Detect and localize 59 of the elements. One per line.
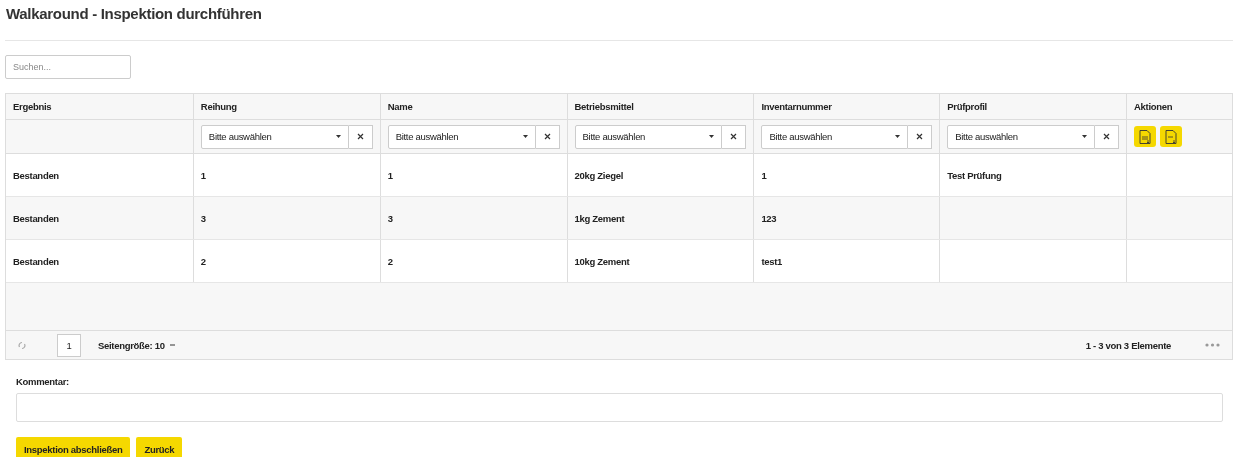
table-cell: Bestanden <box>13 169 59 181</box>
column-header[interactable]: Name <box>387 101 413 112</box>
table-cell: 3 <box>387 212 393 224</box>
table-cell: Test Prüfung <box>947 169 1002 181</box>
table-cell: 1 <box>761 169 767 181</box>
pager-summary: 1 - 3 von 3 Elemente <box>1085 339 1171 351</box>
clear-button[interactable] <box>1095 124 1120 149</box>
table-cell: 3 <box>200 212 206 224</box>
caret-icon <box>895 135 901 138</box>
caret-icon <box>522 135 528 138</box>
document-icon <box>1139 129 1152 144</box>
search-field[interactable]: Suchen... <box>5 55 131 79</box>
table-cell: 2 <box>387 255 393 267</box>
clear-button[interactable] <box>908 124 933 149</box>
table-cell: 1 <box>200 169 206 181</box>
table-cell: 123 <box>761 212 777 224</box>
filter-dropdown[interactable]: Bitte auswählen <box>947 124 1096 149</box>
table-cell: 20kg Ziegel <box>574 169 623 181</box>
table-cell: Bestanden <box>13 212 59 224</box>
table-cell: test1 <box>761 255 783 267</box>
filter-dropdown[interactable]: Bitte auswählen <box>387 124 536 149</box>
document-icon <box>1165 129 1178 144</box>
clear-button[interactable] <box>722 124 747 149</box>
caret-icon <box>335 135 341 138</box>
comment-field[interactable] <box>16 393 1223 422</box>
clear-button[interactable] <box>535 124 560 149</box>
action-button[interactable]: Zurück <box>136 437 183 457</box>
filter-dropdown[interactable]: Bitte auswählen <box>200 124 349 149</box>
column-header[interactable]: Inventarnummer <box>761 101 832 112</box>
caret-icon <box>169 343 175 347</box>
column-header[interactable]: Prüfprofil <box>947 101 987 112</box>
caret-icon <box>709 135 715 138</box>
clear-button[interactable] <box>348 124 373 149</box>
close-icon <box>356 133 364 140</box>
column-header[interactable]: Ergebnis <box>13 101 52 112</box>
export-button[interactable] <box>1134 126 1157 147</box>
table-cell: 2 <box>200 255 206 267</box>
page-number-field[interactable]: 1 <box>57 333 81 357</box>
comment-label: Kommentar: <box>16 376 70 387</box>
close-icon <box>543 133 551 140</box>
table-cell: 10kg Zement <box>574 255 630 267</box>
refresh-icon[interactable] <box>18 340 26 350</box>
more-icon[interactable] <box>1205 343 1220 347</box>
page-title: Walkaround - Inspektion durchführen <box>5 4 263 24</box>
caret-icon <box>1082 135 1088 138</box>
column-header[interactable]: Reihung <box>200 101 237 112</box>
filter-dropdown[interactable]: Bitte auswählen <box>574 124 723 149</box>
export-button[interactable] <box>1160 126 1183 147</box>
column-header[interactable]: Aktionen <box>1134 101 1173 112</box>
close-icon <box>1103 133 1111 140</box>
column-header[interactable]: Betriebsmittel <box>574 101 634 112</box>
table-cell: Bestanden <box>13 255 59 267</box>
close-icon <box>730 133 738 140</box>
table-cell: 1kg Zement <box>574 212 625 224</box>
filter-dropdown[interactable]: Bitte auswählen <box>761 124 909 149</box>
page-size-dropdown[interactable]: Seitengröße: 10 <box>98 339 175 351</box>
close-icon <box>916 133 924 140</box>
table-cell: 1 <box>387 169 393 181</box>
action-button[interactable]: Inspektion abschließen <box>16 437 131 457</box>
